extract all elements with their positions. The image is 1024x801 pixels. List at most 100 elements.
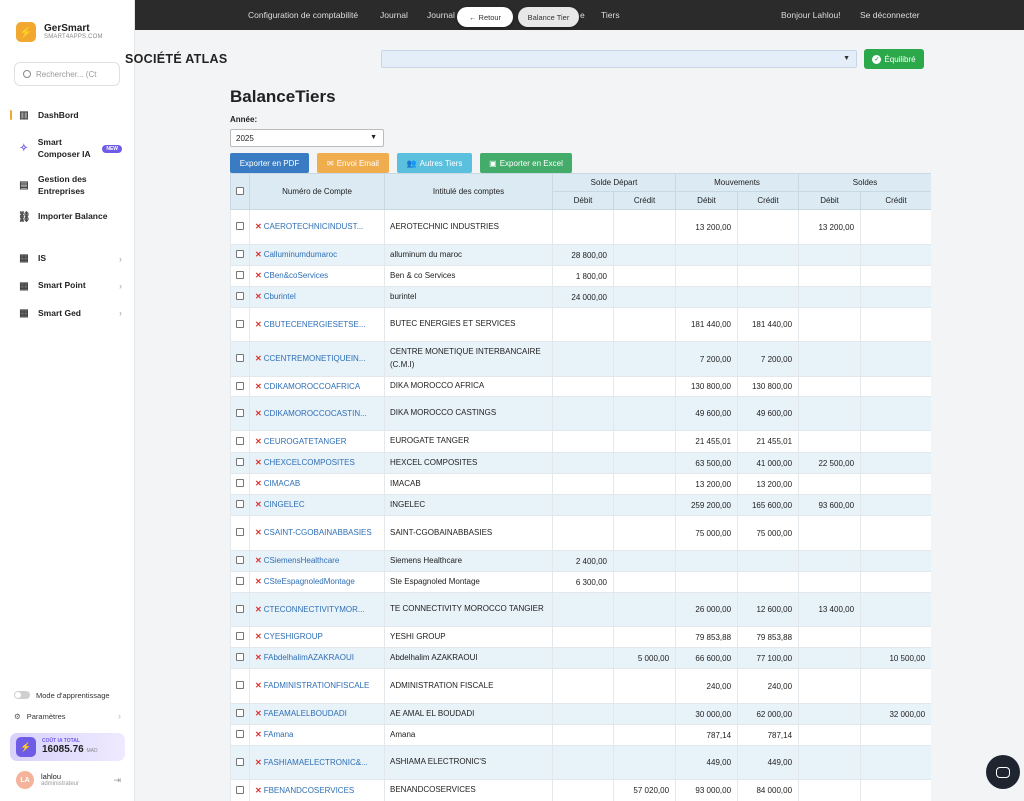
delete-icon[interactable]: ✕ [255, 730, 262, 739]
table-row[interactable]: ✕ FASHIAMAELECTRONIC&... ASHIAMA ELECTRONI… [230, 745, 931, 780]
sidebar-item-smart-ged[interactable]: ▦ Smart Ged › [0, 300, 134, 327]
table-row[interactable]: ✕ CHEXCELCOMPOSITES HEXCEL COMPOSITES 63 50… [230, 452, 931, 474]
header-account[interactable]: Numéro de Compte [249, 173, 385, 210]
delete-icon[interactable]: ✕ [255, 605, 262, 614]
account-link[interactable]: FBENANDCOSERVICES [264, 786, 355, 795]
table-row[interactable]: ✕ CBUTECENERGIESETSE... BUTEC ENERGIES ET … [230, 307, 931, 342]
nav-link-tiers[interactable]: Tiers [601, 10, 620, 20]
account-link[interactable]: CINGELEC [264, 500, 305, 509]
row-checkbox[interactable] [236, 757, 244, 766]
delete-icon[interactable]: ✕ [255, 409, 262, 418]
delete-icon[interactable]: ✕ [255, 556, 262, 565]
select-all-checkbox[interactable] [236, 186, 244, 195]
account-link[interactable]: FAmana [264, 730, 294, 739]
balance-table-container[interactable]: Numéro de Compte Intitulé des comptes So… [230, 173, 931, 801]
account-link[interactable]: CHEXCELCOMPOSITES [264, 458, 355, 467]
table-row[interactable]: ✕ CYESHIGROUP YESHI GROUP 79 853,88 79 853,8… [230, 626, 931, 648]
sidebar-item-smart-point[interactable]: ▦ Smart Point › [0, 272, 134, 299]
account-link[interactable]: CSAINT-CGOBAINABBASIES [264, 528, 372, 537]
delete-icon[interactable]: ✕ [255, 632, 262, 641]
row-checkbox[interactable] [236, 681, 244, 689]
nav-link-configuration[interactable]: Configuration de comptabilité [248, 10, 358, 20]
table-row[interactable]: ✕ FAmana Amana 787,14 787,14 [230, 724, 931, 746]
year-select[interactable]: 2025 ▼ [230, 129, 384, 147]
table-row[interactable]: ✕ FBENANDCOSERVICES BENANDCOSERVICES 57 020… [230, 779, 931, 801]
row-checkbox[interactable] [236, 709, 244, 717]
table-row[interactable]: ✕ CSteEspagnoledMontage Ste Espagnoled Mon… [230, 571, 931, 593]
account-link[interactable]: Calluminumdumaroc [264, 250, 337, 259]
delete-icon[interactable]: ✕ [255, 786, 262, 795]
row-checkbox[interactable] [236, 458, 244, 466]
account-link[interactable]: FASHIAMAELECTRONIC&... [264, 758, 368, 767]
delete-icon[interactable]: ✕ [255, 292, 262, 301]
account-link[interactable]: CEUROGATETANGER [264, 437, 347, 446]
sidebar-item-importer-balance[interactable]: ⛓ Importer Balance [0, 205, 134, 228]
row-checkbox[interactable] [236, 632, 244, 640]
delete-icon[interactable]: ✕ [255, 709, 262, 718]
delete-icon[interactable]: ✕ [255, 271, 262, 280]
nav-link-journal-2[interactable]: Journal [427, 10, 455, 20]
row-checkbox[interactable] [236, 604, 244, 613]
row-checkbox[interactable] [236, 785, 244, 794]
header-label[interactable]: Intitulé des comptes [384, 173, 553, 210]
sidebar-item-is[interactable]: ▦ IS › [0, 245, 134, 272]
export-excel-button[interactable]: ▣ Exporter en Excel [480, 153, 572, 173]
table-row[interactable]: ✕ CDIKAMOROCCOAFRICA DIKA MOROCCO AFRICA 13… [230, 376, 931, 397]
logout-link[interactable]: Se déconnecter [860, 10, 920, 20]
row-checkbox[interactable] [236, 354, 244, 362]
account-link[interactable]: Cburintel [264, 292, 296, 301]
row-checkbox[interactable] [236, 436, 244, 445]
delete-icon[interactable]: ✕ [255, 500, 262, 509]
table-row[interactable]: ✕ FADMINISTRATIONFISCALE ADMINISTRATION FI… [230, 668, 931, 704]
sidebar-search[interactable]: Rechercher... (Ct [14, 62, 120, 86]
table-row[interactable]: ✕ CIMACAB IMACAB 13 200,00 13 200,00 [230, 473, 931, 495]
chat-button[interactable] [986, 755, 1020, 789]
account-link[interactable]: FAEAMALELBOUDADI [264, 709, 347, 718]
account-link[interactable]: FAbdelhalimAZAKRAOUI [264, 653, 354, 662]
row-checkbox[interactable] [236, 292, 244, 300]
user-profile[interactable]: LA lahlou administrateur ⇥ [0, 761, 135, 801]
nav-link-partial[interactable]: e [580, 10, 585, 20]
row-checkbox[interactable] [236, 319, 244, 328]
sidebar-item-gestion-entreprises[interactable]: ▤ Gestion des Entreprises [0, 168, 134, 205]
account-link[interactable]: CDIKAMOROCCOAFRICA [264, 382, 360, 391]
row-checkbox[interactable] [236, 556, 244, 564]
account-link[interactable]: CSteEspagnoledMontage [264, 577, 355, 586]
row-checkbox[interactable] [236, 730, 244, 738]
delete-icon[interactable]: ✕ [255, 354, 262, 363]
table-row[interactable]: ✕ CSAINT-CGOBAINABBASIES SAINT-CGOBAINABBA… [230, 515, 931, 551]
table-row[interactable]: ✕ CTECONNECTIVITYMOR... TE CONNECTIVITY MO… [230, 592, 931, 627]
account-link[interactable]: CBUTECENERGIESETSE... [264, 320, 366, 329]
table-row[interactable]: ✕ CBen&coServices Ben & co Services 1 800,0… [230, 265, 931, 287]
back-button[interactable]: ← Retour [457, 7, 513, 27]
table-row[interactable]: ✕ CAEROTECHNICINDUST... AEROTECHNIC INDUST… [230, 209, 931, 245]
account-link[interactable]: CBen&coServices [264, 271, 328, 280]
delete-icon[interactable]: ✕ [255, 458, 262, 467]
other-tiers-button[interactable]: 👥 Autres Tiers [397, 153, 472, 173]
delete-icon[interactable]: ✕ [255, 758, 262, 767]
account-link[interactable]: CDIKAMOROCCOCASTIN... [264, 409, 367, 418]
sidebar-item-smart-composer[interactable]: ✧ Smart Composer IA NEW [0, 127, 134, 168]
row-checkbox[interactable] [236, 381, 244, 390]
settings-item[interactable]: ⚙ Paramètres › [0, 705, 135, 727]
table-row[interactable]: ✕ FAbdelhalimAZAKRAOUI Abdelhalim AZAKRAOU… [230, 647, 931, 669]
account-link[interactable]: CIMACAB [264, 479, 300, 488]
row-checkbox[interactable] [236, 528, 244, 536]
balanced-status-button[interactable]: ✓ Équilibré [864, 49, 924, 69]
account-link[interactable]: CAEROTECHNICINDUST... [264, 222, 364, 231]
account-link[interactable]: CSiemensHealthcare [264, 556, 340, 565]
delete-icon[interactable]: ✕ [255, 437, 262, 446]
table-row[interactable]: ✕ Cburintel burintel 24 000,00 [230, 286, 931, 308]
export-pdf-button[interactable]: Exporter en PDF [230, 153, 309, 173]
learning-mode[interactable]: Mode d'apprentissage [0, 685, 135, 705]
table-row[interactable]: ✕ CDIKAMOROCCOCASTIN... DIKA MOROCCO CASTI… [230, 396, 931, 431]
delete-icon[interactable]: ✕ [255, 382, 262, 391]
send-email-button[interactable]: ✉ Envoi Email [317, 153, 389, 173]
delete-icon[interactable]: ✕ [255, 320, 262, 329]
sidebar-item-dashbord[interactable]: ▥ DashBord [0, 104, 134, 127]
learning-mode-toggle[interactable] [14, 691, 30, 699]
account-link[interactable]: FADMINISTRATIONFISCALE [264, 681, 370, 690]
brand[interactable]: ⚡ GerSmart SMART4APPS.COM [0, 0, 134, 44]
delete-icon[interactable]: ✕ [255, 222, 262, 231]
account-link[interactable]: CCENTREMONETIQUEIN... [264, 354, 366, 363]
